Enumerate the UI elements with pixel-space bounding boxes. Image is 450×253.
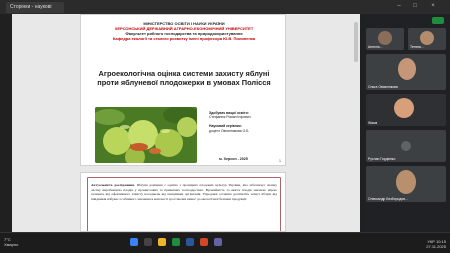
slide-title: МІНІСТЕРСТВО ОСВІТИ І НАУКИ УКРАЇНИ ХЕРС… [80,14,286,166]
presentation-title: Агроекологічна оцінка системи захисту яб… [97,69,271,87]
place-year: м. Херсон - 2025 [219,157,248,161]
tab-title: Сторінки - наукові [10,4,52,10]
author-block: Здобувач вищої освіти: Стефанюк Роман Іг… [209,111,281,133]
participant-tile[interactable]: Олександр Безбородов... [366,166,446,202]
supervisor-name: доцент Овсянникова О.Б. [209,128,250,133]
participant-name: Олександр Безбородов... [368,197,408,201]
participant-video [398,58,416,80]
page-number: 1 [279,159,281,163]
relevance-text: Актуальність дослідження. Яблуня домашня… [91,183,277,201]
powerpoint-icon[interactable] [200,238,208,246]
participant-name: Руслан Гордієнко [368,157,396,161]
taskbar: 7°C Хмарно УКР 10:15 27.11.2025 [0,232,450,253]
minimize-icon[interactable]: – [396,3,402,9]
search-icon[interactable] [144,238,152,246]
document-tab[interactable]: Сторінки - наукові [6,2,64,13]
participant-name: Ангелія... [368,45,383,49]
participant-video [394,98,414,118]
file-explorer-icon[interactable] [158,238,166,246]
participant-video [378,31,392,45]
participant-tile[interactable]: Тетяна... [408,28,446,50]
participant-name: Wawa [368,121,378,125]
relevance-lead: Актуальність дослідження. [91,183,135,187]
weather-widget[interactable]: 7°C Хмарно [4,237,18,247]
participant-video [420,31,434,45]
participant-tile[interactable]: Wawa [366,94,446,126]
apples-photo [95,107,197,163]
participant-name: Тетяна... [410,45,424,49]
meeting-status-icon[interactable] [432,17,444,24]
vertical-scrollbar[interactable] [354,16,358,216]
clock-date: 27.11.2025 [426,244,446,249]
window-titlebar: Сторінки - наукові – □ × [0,0,450,14]
participant-name: Ольга Овсяннікова [368,85,398,89]
participant-video [396,170,416,194]
meeting-app-icon[interactable] [214,238,222,246]
weather-desc: Хмарно [4,242,19,247]
department-line: Кафедра екології та сталого розвитку іме… [112,36,256,41]
slide-relevance: Актуальність дослідження. Яблуня домашня… [80,172,286,232]
participant-tile[interactable]: Ольга Овсяннікова [366,54,446,90]
scrollbar-thumb[interactable] [354,22,358,62]
university-header: МІНІСТЕРСТВО ОСВІТИ І НАУКИ УКРАЇНИ ХЕРС… [81,21,287,41]
word-icon[interactable] [186,238,194,246]
avatar [401,141,411,151]
close-icon[interactable]: × [430,3,436,9]
participants-panel: Ангелія... Тетяна... Ольга Овсяннікова W… [362,14,450,232]
start-icon[interactable] [130,238,138,246]
maximize-icon[interactable]: □ [412,3,418,9]
browser-icon[interactable] [172,238,180,246]
presentation-viewer: МІНІСТЕРСТВО ОСВІТИ І НАУКИ УКРАЇНИ ХЕРС… [12,14,360,232]
participant-tile[interactable]: Ангелія... [366,28,404,50]
system-tray[interactable]: УКР 10:15 27.11.2025 [426,239,446,249]
desktop-screen: Сторінки - наукові – □ × МІНІСТЕРСТВО ОС… [0,0,450,253]
participant-tile[interactable]: Руслан Гордієнко [366,130,446,162]
